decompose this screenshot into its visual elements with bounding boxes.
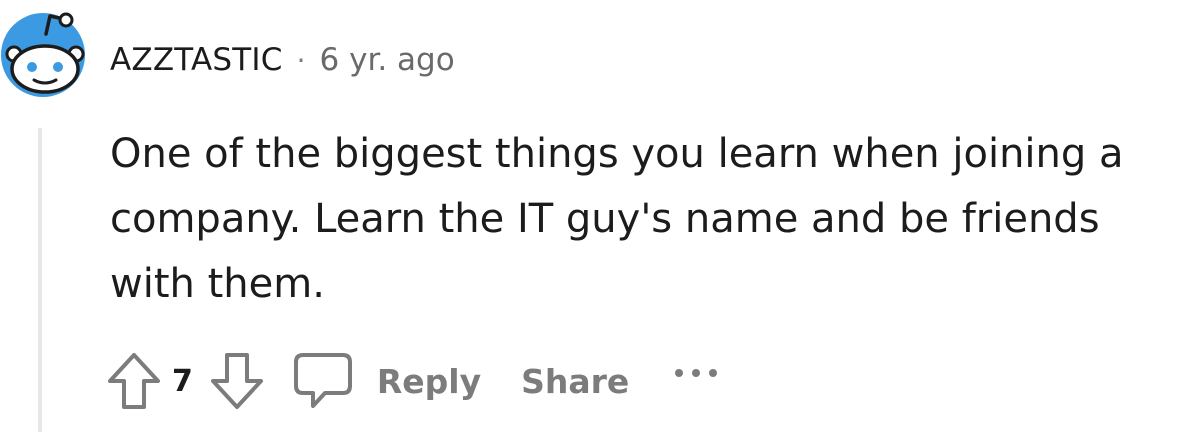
avatar[interactable] [0,10,86,100]
vote-count: 7 [172,363,193,399]
share-button[interactable]: Share [521,362,629,401]
reply-button[interactable]: Reply [293,352,481,410]
action-bar: 7 Reply Share [104,346,719,416]
timestamp[interactable]: 6 yr. ago [320,42,455,78]
share-label: Share [521,361,630,401]
comment-meta: AZZTASTIC · 6 yr. ago [110,38,455,82]
speech-bubble-icon [293,353,352,408]
more-options-button[interactable] [673,367,719,379]
thread-line[interactable] [38,128,42,432]
reply-label: Reply [376,361,482,401]
meta-separator: · [296,43,306,77]
snoo-avatar-icon [1,12,85,97]
upvote-button[interactable] [104,349,164,413]
downvote-button[interactable] [207,349,267,413]
comment-body: One of the biggest things you learn when… [110,131,1124,307]
upvote-arrow-icon [108,353,160,409]
more-options-icon [675,369,718,377]
author-name[interactable]: AZZTASTIC [110,42,283,78]
comment: AZZTASTIC · 6 yr. ago One of the biggest… [0,0,1200,432]
downvote-arrow-icon [210,353,263,409]
